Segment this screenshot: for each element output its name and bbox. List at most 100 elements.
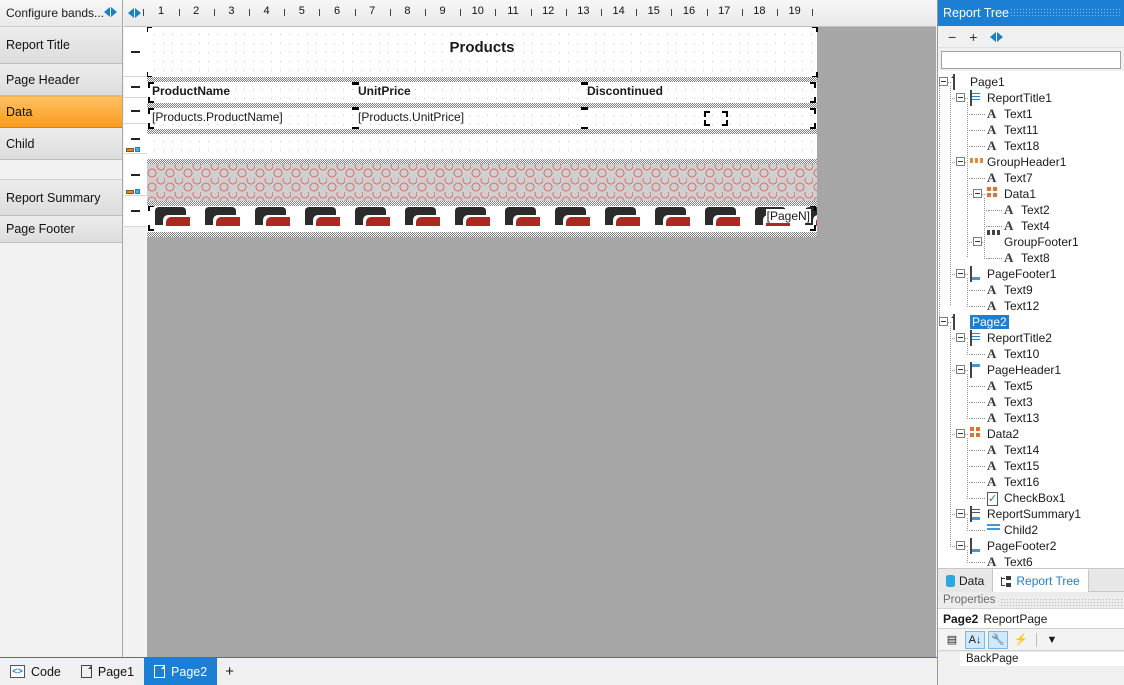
band-collapse-cell-3[interactable]	[124, 98, 147, 124]
design-canvas[interactable]: Products ProductName UnitPrice Discontin…	[147, 27, 936, 657]
band-item-data[interactable]: Data	[0, 96, 122, 128]
band-page-header[interactable]: ProductName UnitPrice Discontinued	[147, 82, 817, 103]
properties-row-backpage[interactable]: BackPage	[938, 651, 1124, 666]
tree-node-text2[interactable]: AText2	[938, 202, 1124, 218]
tree-node-text15[interactable]: AText15	[938, 458, 1124, 474]
band-resize-handle-icon[interactable]	[126, 147, 140, 153]
data-field-unitprice[interactable]: [Products.UnitPrice]	[355, 109, 583, 128]
tree-node-text4[interactable]: AText4	[938, 218, 1124, 234]
band-collapse-cell-6[interactable]	[124, 196, 147, 227]
band-collapse-cell-1[interactable]	[124, 27, 147, 77]
ruler-tick-label: 19	[788, 5, 802, 17]
tree-expander-icon[interactable]	[956, 509, 965, 518]
data-field-discontinued-checkbox[interactable]	[584, 109, 815, 128]
tree-node-text1[interactable]: AText1	[938, 106, 1124, 122]
band-report-title[interactable]: Products	[147, 27, 817, 77]
events-icon[interactable]: ⚡	[1011, 631, 1031, 649]
tree-node-icon-wrap	[970, 427, 984, 441]
tree-node-text16[interactable]: AText16	[938, 474, 1124, 490]
tree-node-text12[interactable]: AText12	[938, 298, 1124, 314]
tree-connector-line	[967, 438, 968, 498]
collapse-minus-icon[interactable]	[131, 86, 140, 88]
tree-node-text11[interactable]: AText11	[938, 122, 1124, 138]
tree-node-icon-wrap: A	[987, 139, 1001, 153]
tree-node-text9[interactable]: AText9	[938, 282, 1124, 298]
tree-expander-icon[interactable]	[956, 541, 965, 550]
band-item-report-summary[interactable]: Report Summary	[0, 180, 122, 216]
report-tree-search-input[interactable]	[941, 51, 1121, 69]
tree-node-page1[interactable]: Page1	[938, 74, 1124, 90]
tree-node-icon-wrap: A	[987, 283, 1001, 297]
tree-node-text6[interactable]: AText6	[938, 554, 1124, 568]
tree-expander-icon[interactable]	[939, 77, 948, 86]
alphabetical-sort-icon[interactable]: A↓	[965, 631, 985, 649]
filter-icon[interactable]: ▼	[1042, 631, 1062, 649]
properties-selected-object: Page2 ReportPage	[938, 609, 1124, 629]
collapse-all-icon[interactable]: −	[948, 30, 956, 44]
tree-node-groupfooter1[interactable]: GroupFooter1	[938, 234, 1124, 250]
report-title-textbox[interactable]: Products	[147, 27, 817, 77]
column-header-unitprice[interactable]: UnitPrice	[355, 83, 583, 102]
bottom-tab-page2[interactable]: Page2	[144, 658, 217, 685]
properties-icon[interactable]: 🔧	[988, 631, 1008, 649]
tree-nav-arrows-icon[interactable]	[990, 32, 1003, 42]
tree-node-text14[interactable]: AText14	[938, 442, 1124, 458]
tab-report-tree[interactable]: Report Tree	[993, 569, 1088, 592]
collapse-minus-icon[interactable]	[131, 110, 140, 112]
tree-connector-line	[967, 342, 968, 354]
tree-expander-icon[interactable]	[973, 189, 982, 198]
band-collapse-cell-2[interactable]	[124, 77, 147, 98]
tree-node-page2[interactable]: Page2	[938, 314, 1124, 330]
column-header-discontinued[interactable]: Discontinued	[584, 83, 815, 102]
page-number-textbox[interactable]: [PageN]	[149, 206, 815, 230]
band-child[interactable]	[147, 134, 817, 159]
tree-node-data1[interactable]: Data1	[938, 186, 1124, 202]
band-item-report-title[interactable]: Report Title	[0, 27, 122, 64]
ruler-nav-arrows-icon[interactable]	[128, 8, 141, 18]
column-header-productname[interactable]: ProductName	[149, 83, 354, 102]
tree-node-text5[interactable]: AText5	[938, 378, 1124, 394]
tree-expander-icon[interactable]	[956, 269, 965, 278]
tree-node-text18[interactable]: AText18	[938, 138, 1124, 154]
tree-expander-icon[interactable]	[956, 429, 965, 438]
tree-node-text7[interactable]: AText7	[938, 170, 1124, 186]
bands-nav-arrows-icon[interactable]	[104, 7, 117, 17]
add-page-tab-button[interactable]: +	[217, 658, 242, 685]
tree-node-child2[interactable]: Child2	[938, 522, 1124, 538]
categorized-icon[interactable]: ▤	[942, 631, 962, 649]
band-collapse-cell-4[interactable]	[124, 124, 147, 154]
data-field-productname[interactable]: [Products.ProductName]	[149, 109, 354, 128]
tree-expander-icon[interactable]	[939, 317, 948, 326]
tree-node-text8[interactable]: AText8	[938, 250, 1124, 266]
text-object-icon: A	[987, 138, 996, 153]
tree-node-text10[interactable]: AText10	[938, 346, 1124, 362]
configure-bands-button[interactable]: Configure bands...	[0, 0, 122, 27]
tree-node-text13[interactable]: AText13	[938, 410, 1124, 426]
tree-expander-icon[interactable]	[956, 157, 965, 166]
tree-node-text3[interactable]: AText3	[938, 394, 1124, 410]
tree-expander-icon[interactable]	[973, 237, 982, 246]
tree-node-label: Text15	[1004, 459, 1039, 473]
band-data[interactable]: [Products.ProductName] [Products.UnitPri…	[147, 108, 817, 129]
band-report-summary[interactable]	[147, 164, 817, 201]
band-item-page-header[interactable]: Page Header	[0, 64, 122, 96]
bottom-tab-code[interactable]: <>Code	[0, 658, 71, 685]
expand-all-icon[interactable]: +	[969, 30, 977, 44]
tree-expander-icon[interactable]	[956, 93, 965, 102]
tree-expander-icon[interactable]	[956, 333, 965, 342]
tab-data[interactable]: Data	[938, 569, 993, 592]
bottom-tab-page1[interactable]: Page1	[71, 658, 144, 685]
collapse-minus-icon[interactable]	[131, 174, 140, 176]
band-item-page-footer[interactable]: Page Footer	[0, 216, 122, 243]
band-item-child[interactable]: Child	[0, 128, 122, 160]
band-collapse-cell-5[interactable]	[124, 154, 147, 196]
collapse-minus-icon[interactable]	[131, 210, 140, 212]
band-page-footer[interactable]: [PageN]	[147, 206, 817, 232]
tree-expander-icon[interactable]	[956, 365, 965, 374]
tree-node-checkbox1[interactable]: ✓CheckBox1	[938, 490, 1124, 506]
collapse-minus-icon[interactable]	[131, 138, 140, 140]
report-tree-nodes[interactable]: Page1ReportTitle1AText1AText11AText18Gro…	[938, 71, 1124, 568]
band-resize-handle-icon[interactable]	[126, 189, 140, 195]
collapse-minus-icon[interactable]	[131, 51, 140, 53]
report-summary-band-icon	[970, 506, 972, 522]
